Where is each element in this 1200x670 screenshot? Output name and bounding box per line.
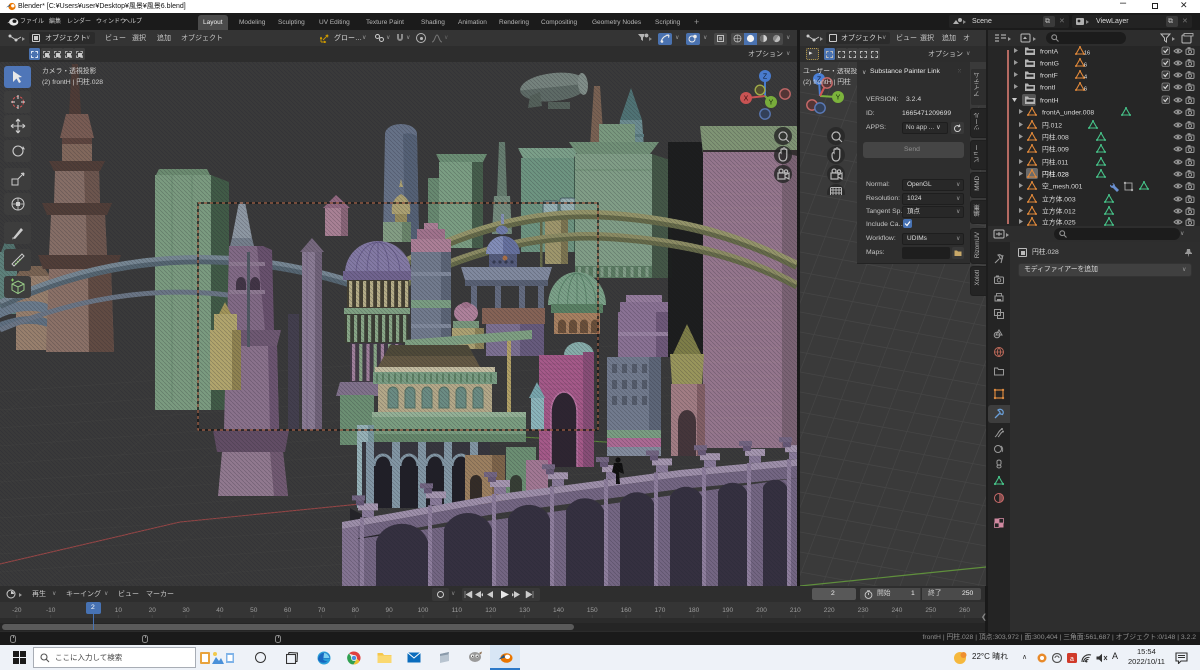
svg-text:frontH: frontH bbox=[1040, 98, 1059, 105]
svg-text:空_mesh.001: 空_mesh.001 bbox=[1042, 182, 1083, 191]
svg-text:240: 240 bbox=[891, 607, 902, 614]
svg-text:20: 20 bbox=[149, 607, 157, 614]
svg-text:150: 150 bbox=[587, 607, 598, 614]
svg-text:-20: -20 bbox=[12, 607, 22, 614]
svg-text:100: 100 bbox=[418, 607, 429, 614]
svg-text:円柱.028: 円柱.028 bbox=[1042, 170, 1069, 179]
svg-text:立方体.025: 立方体.025 bbox=[1042, 218, 1076, 227]
svg-text:130: 130 bbox=[519, 607, 530, 614]
svg-text:140: 140 bbox=[553, 607, 564, 614]
svg-text:180: 180 bbox=[688, 607, 699, 614]
svg-text:210: 210 bbox=[790, 607, 801, 614]
svg-text:160: 160 bbox=[621, 607, 632, 614]
svg-text:4: 4 bbox=[1084, 75, 1087, 81]
svg-text:70: 70 bbox=[318, 607, 326, 614]
svg-text:frontA: frontA bbox=[1040, 49, 1059, 56]
svg-text:立方体.003: 立方体.003 bbox=[1042, 195, 1076, 204]
svg-text:260: 260 bbox=[959, 607, 970, 614]
svg-text:170: 170 bbox=[655, 607, 666, 614]
svg-text:250: 250 bbox=[925, 607, 936, 614]
svg-text:190: 190 bbox=[722, 607, 733, 614]
svg-text:-10: -10 bbox=[46, 607, 56, 614]
svg-text:X: X bbox=[744, 96, 749, 103]
svg-text:円.012: 円.012 bbox=[1042, 122, 1062, 130]
svg-text:40: 40 bbox=[216, 607, 224, 614]
svg-text:120: 120 bbox=[485, 607, 496, 614]
svg-text:16: 16 bbox=[1084, 51, 1090, 57]
svg-text:frontG: frontG bbox=[1040, 61, 1059, 68]
svg-text:110: 110 bbox=[452, 607, 463, 614]
svg-text:立方体.012: 立方体.012 bbox=[1042, 207, 1076, 216]
svg-text:220: 220 bbox=[824, 607, 835, 614]
svg-text:Y: Y bbox=[836, 95, 841, 102]
svg-text:10: 10 bbox=[115, 607, 123, 614]
svg-text:Y: Y bbox=[769, 100, 774, 107]
svg-text:60: 60 bbox=[284, 607, 292, 614]
svg-text:frontF: frontF bbox=[1040, 73, 1058, 80]
svg-text:円柱.011: 円柱.011 bbox=[1042, 158, 1069, 167]
svg-text:6: 6 bbox=[1084, 87, 1087, 93]
svg-text:80: 80 bbox=[352, 607, 360, 614]
svg-text:frontA_under.008: frontA_under.008 bbox=[1042, 110, 1094, 117]
svg-text:50: 50 bbox=[250, 607, 258, 614]
svg-text:200: 200 bbox=[756, 607, 767, 614]
svg-text:Z: Z bbox=[763, 74, 768, 81]
svg-text:frontI: frontI bbox=[1040, 85, 1056, 92]
svg-text:円柱.008: 円柱.008 bbox=[1042, 133, 1069, 142]
svg-text:a: a bbox=[1070, 656, 1074, 663]
svg-text:30: 30 bbox=[182, 607, 190, 614]
svg-text:230: 230 bbox=[858, 607, 869, 614]
svg-text:6: 6 bbox=[1084, 63, 1087, 69]
svg-text:円柱.009: 円柱.009 bbox=[1042, 145, 1069, 154]
svg-text:90: 90 bbox=[386, 607, 394, 614]
